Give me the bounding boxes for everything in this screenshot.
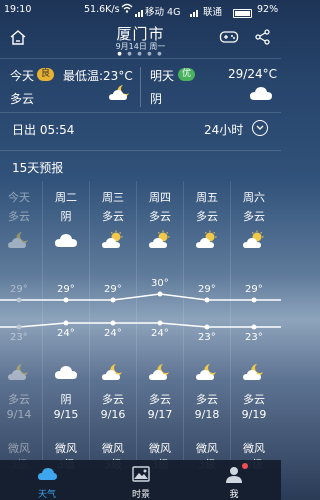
- status-battery: 92%: [257, 4, 279, 15]
- share-icon[interactable]: [254, 28, 272, 46]
- low-temp-line-point: [251, 324, 257, 330]
- forecast-panel[interactable]: 15天预报 今天多云29°23°多云9/14微风3级周二阴29°24°阴9/15…: [0, 150, 281, 471]
- page-dot: ●: [117, 51, 124, 57]
- high-temp-line-point: [63, 297, 69, 303]
- high-temp-line-point: [204, 297, 210, 303]
- status-speed: 51.6K/s: [84, 4, 120, 15]
- today-condition: 多云: [10, 92, 35, 106]
- today-label: 今天: [10, 69, 35, 83]
- weather-tab-icon: [38, 468, 57, 480]
- chevron-down-icon[interactable]: [252, 120, 268, 136]
- profile-tab-icon: [226, 467, 242, 483]
- page-dot: ●: [127, 51, 134, 57]
- high-temp-line-point: [110, 297, 116, 303]
- tab-me[interactable]: 我: [187, 460, 281, 500]
- low-temp-line-point: [157, 320, 163, 326]
- hours-24-toggle[interactable]: 24小时: [204, 121, 243, 138]
- wifi-icon: [121, 2, 133, 17]
- high-temp-line-point: [157, 291, 163, 297]
- tomorrow-temp-range: 29/24°C: [228, 67, 277, 81]
- tab-label: 天气: [37, 490, 56, 500]
- status-time: 19:10: [4, 4, 32, 15]
- low-temp-line-point: [110, 320, 116, 326]
- sunrise-row: 日出 05:54 24小时: [0, 115, 281, 143]
- notification-dot: [242, 463, 248, 469]
- high-temp-line-point: [251, 297, 257, 303]
- high-temp-line-point: [16, 297, 22, 303]
- cloud-icon: [250, 87, 272, 100]
- today-tomorrow-summary: 今天 良 最低温:23°C 多云 明天 优 29/24°C 阴: [0, 58, 281, 113]
- divider: [140, 67, 141, 107]
- tab-label: 时景: [131, 490, 150, 500]
- status-operator-1: 移动 4G: [145, 7, 181, 18]
- page-indicator: ● ● ● ● ●: [0, 51, 281, 57]
- aqi-badge-tomorrow[interactable]: 优: [178, 68, 196, 81]
- low-temp-line-point: [63, 320, 69, 326]
- partly-cloudy-night-icon: [109, 85, 129, 100]
- tomorrow-label: 明天: [150, 69, 175, 83]
- low-temp-line-point: [204, 324, 210, 330]
- gamepad-icon[interactable]: [219, 29, 239, 45]
- low-temp-line-point: [16, 324, 22, 330]
- tomorrow-condition: 阴: [150, 92, 163, 106]
- status-bar: 19:10 51.6K/s 移动 4G 联通 92%: [0, 0, 281, 20]
- page-dot: ●: [157, 51, 164, 57]
- page-dot: ●: [137, 51, 144, 57]
- high-temp-line: [0, 293, 281, 301]
- bottom-tab-bar: 天气 时景 我: [0, 460, 281, 500]
- tab-label: 我: [229, 490, 239, 500]
- status-operator-2: 联通: [203, 7, 223, 18]
- page-dot: ●: [147, 51, 154, 57]
- top-bar: 厦门市 9月14日 周一 ● ● ● ● ●: [0, 20, 281, 57]
- low-temp-line: [0, 322, 281, 328]
- temperature-chart: [0, 291, 281, 330]
- tab-scenes[interactable]: 时景: [94, 460, 188, 500]
- tab-weather[interactable]: 天气: [0, 460, 94, 500]
- sunrise-time: 日出 05:54: [12, 123, 75, 137]
- aqi-badge-today[interactable]: 良: [37, 68, 55, 81]
- image-tab-icon: [132, 466, 150, 482]
- today-min-temp: 最低温:23°C: [63, 69, 133, 83]
